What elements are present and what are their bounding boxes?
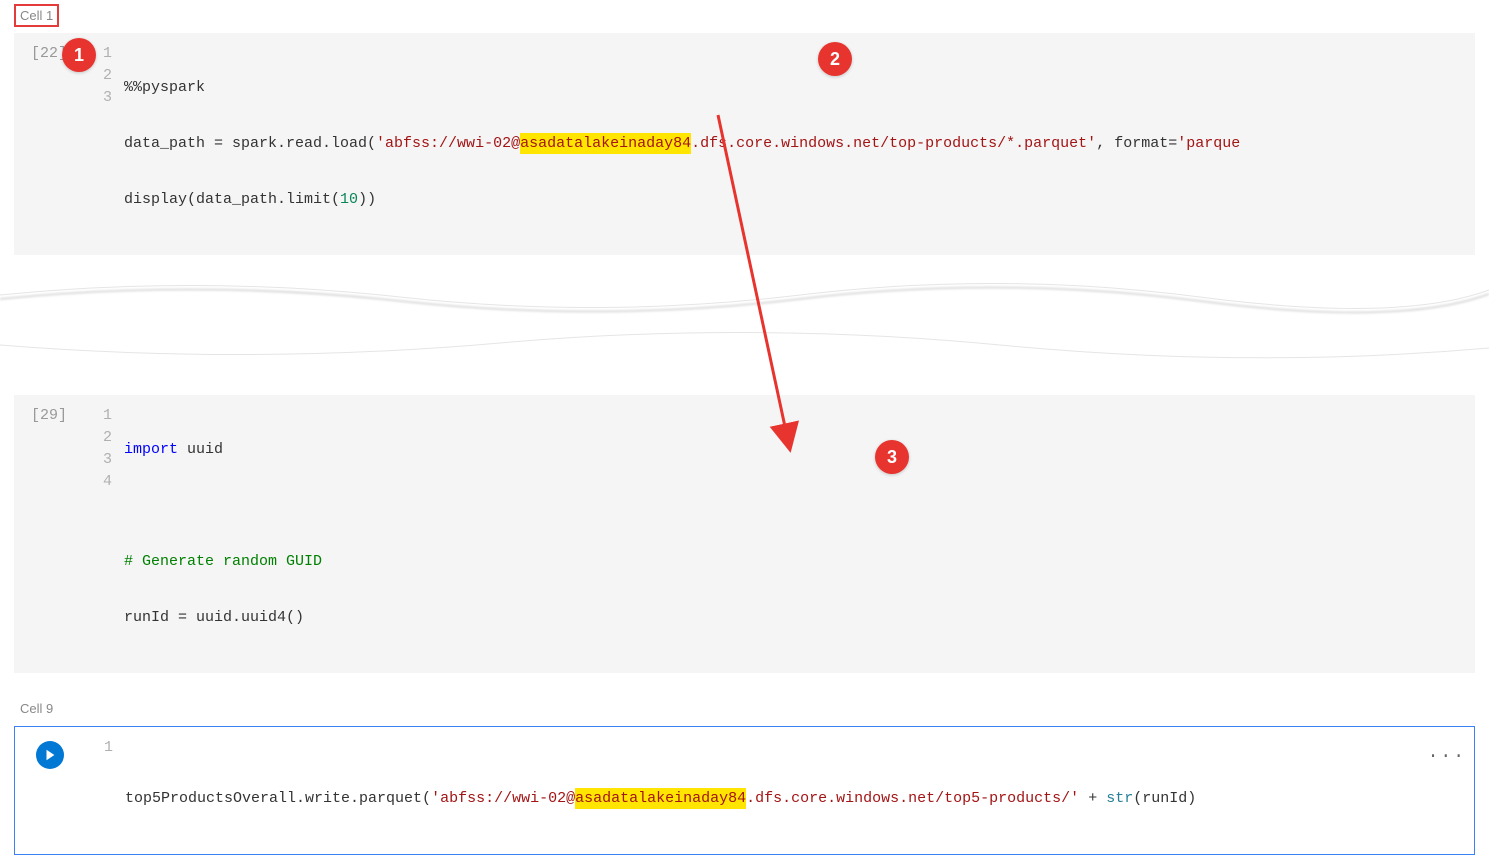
callout-3: 3 [875, 440, 909, 474]
line-gutter: 1 [85, 737, 125, 844]
exec-count-1: [22] [14, 43, 84, 245]
code-cell-9[interactable]: 1 ··· top5ProductsOverall.write.parquet(… [14, 726, 1475, 855]
callout-2: 2 [818, 42, 852, 76]
line-gutter: 1 2 3 4 [84, 405, 124, 663]
exec-col-9 [15, 737, 85, 844]
exec-count-2: [29] [14, 405, 84, 663]
highlight-storage-2: asadatalakeinaday84 [575, 788, 746, 809]
code-area-2[interactable]: import uuid # Generate random GUID runId… [124, 405, 1475, 663]
line-gutter: 1 2 3 [84, 43, 124, 245]
code-area-1[interactable]: %%pyspark data_path = spark.read.load('a… [124, 43, 1475, 245]
callout-1: 1 [62, 38, 96, 72]
code-cell-1[interactable]: [22] 1 2 3 %%pyspark data_path = spark.r… [14, 33, 1475, 255]
highlight-storage-1: asadatalakeinaday84 [520, 133, 691, 154]
run-button[interactable] [36, 741, 64, 769]
content-gap [0, 275, 1489, 365]
cell-label-9: Cell 9 [14, 697, 59, 720]
more-icon[interactable]: ··· [1428, 747, 1466, 767]
code-area-9[interactable]: ··· top5ProductsOverall.write.parquet('a… [125, 737, 1474, 844]
cell-label-1: Cell 1 [14, 4, 59, 27]
code-cell-2[interactable]: [29] 1 2 3 4 import uuid # Generate rand… [14, 395, 1475, 673]
